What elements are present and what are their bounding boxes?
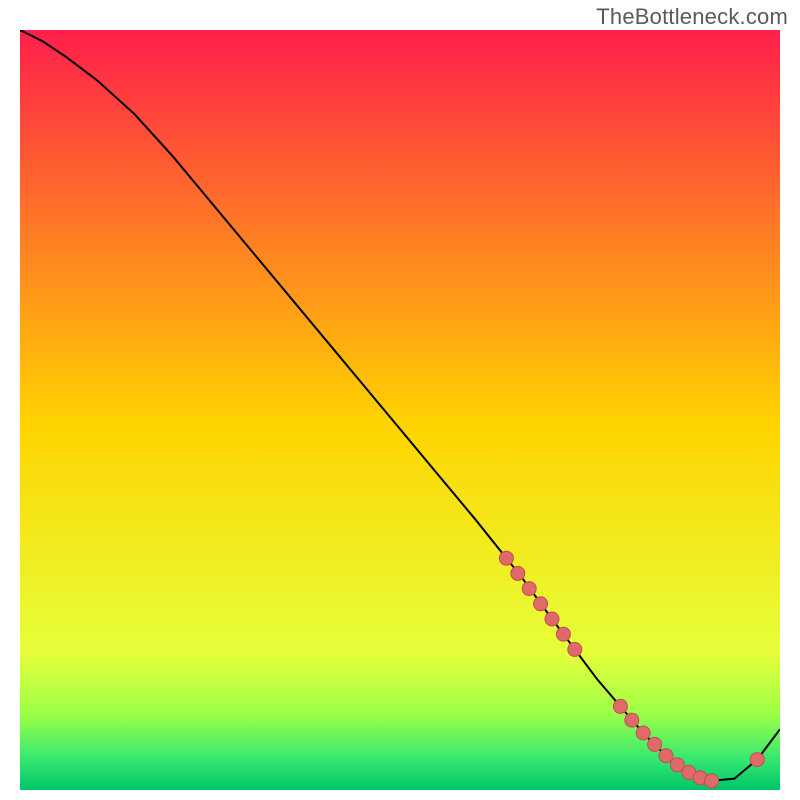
gradient-background bbox=[20, 30, 780, 790]
marker-point bbox=[636, 726, 650, 740]
marker-point bbox=[625, 713, 639, 727]
marker-point bbox=[556, 627, 570, 641]
chart-frame: TheBottleneck.com bbox=[0, 0, 800, 800]
marker-point bbox=[545, 612, 559, 626]
marker-point bbox=[499, 551, 513, 565]
marker-point bbox=[613, 699, 627, 713]
chart-svg bbox=[20, 30, 780, 790]
marker-point bbox=[534, 597, 548, 611]
marker-point bbox=[568, 642, 582, 656]
marker-point bbox=[659, 749, 673, 763]
marker-point bbox=[511, 566, 525, 580]
plot-area bbox=[20, 30, 780, 790]
marker-point bbox=[522, 582, 536, 596]
marker-point bbox=[750, 753, 764, 767]
watermark-text: TheBottleneck.com bbox=[596, 4, 788, 30]
marker-point bbox=[648, 737, 662, 751]
marker-point bbox=[705, 774, 719, 788]
